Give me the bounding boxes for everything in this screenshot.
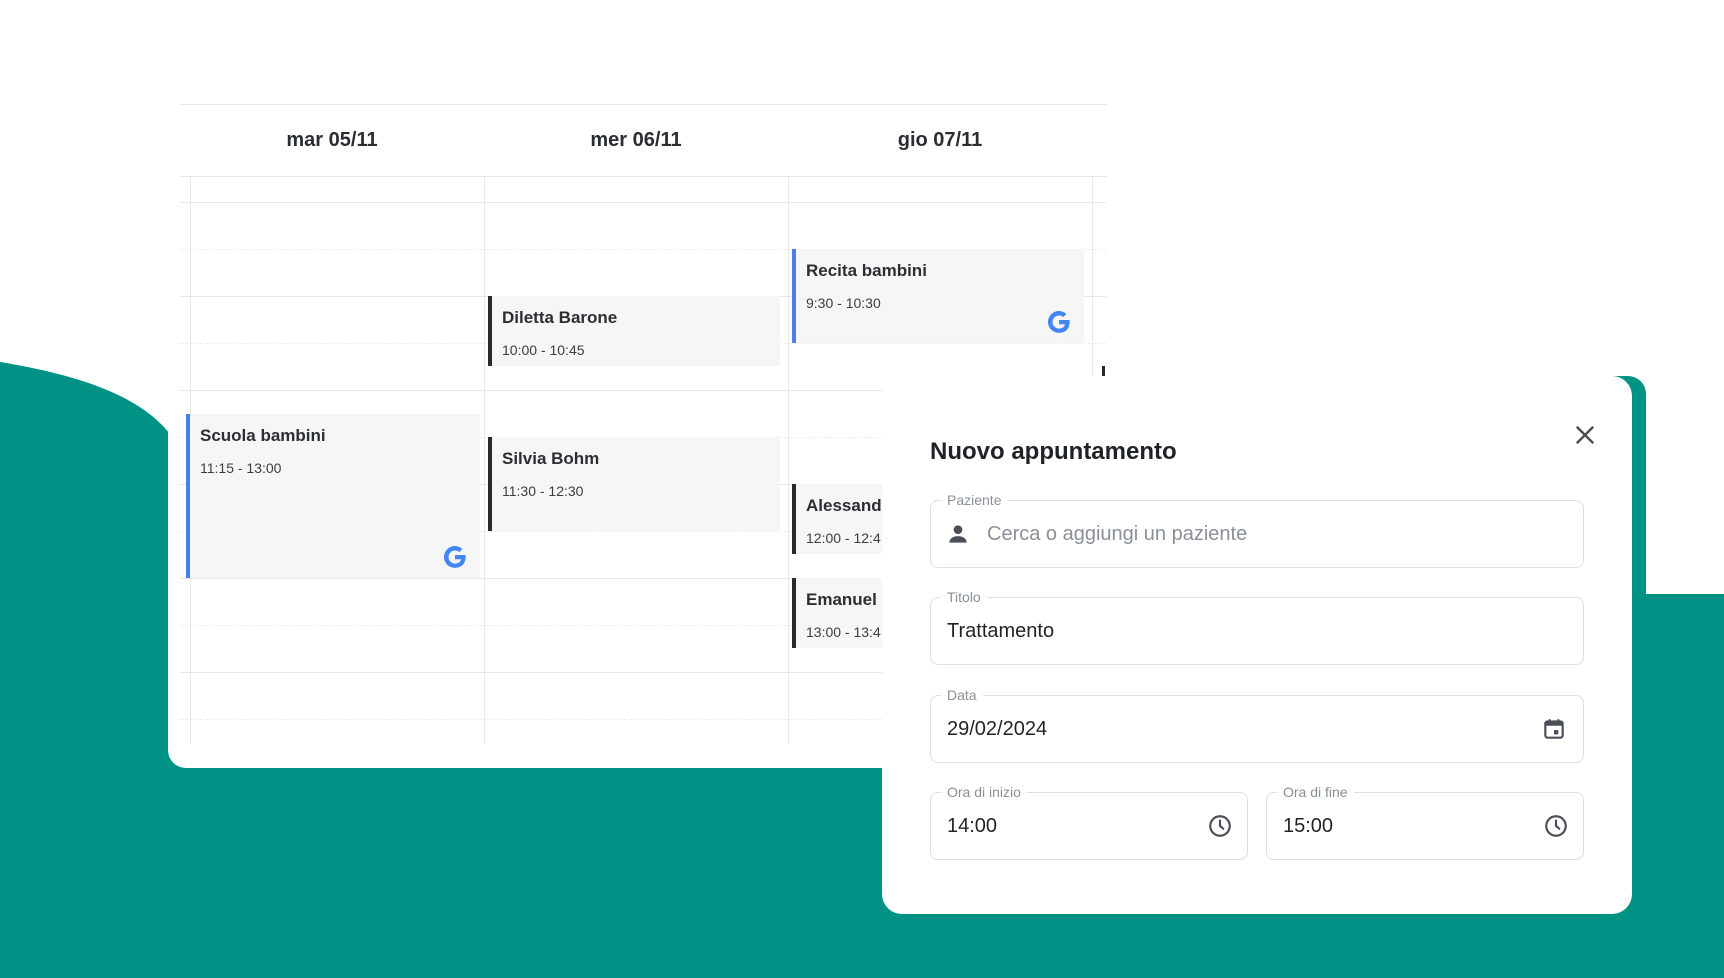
day-column-divider [484, 176, 485, 744]
title-value: Trattamento [947, 619, 1055, 642]
event-title: Scuola bambini [200, 426, 326, 445]
date-field[interactable]: Data 29/02/2024 [930, 686, 1584, 763]
event-title: Diletta Barone [502, 308, 618, 327]
start-time-value: 14:00 [947, 814, 998, 837]
calendar-event[interactable]: Diletta Barone 10:00 - 10:45 [488, 296, 780, 366]
patient-search-field[interactable]: Paziente Cerca o aggiungi un paziente [930, 491, 1584, 568]
event-time: 9:30 - 10:30 [806, 295, 881, 311]
google-icon [1047, 310, 1070, 333]
event-title: Recita bambini [806, 261, 927, 280]
day-header-wed[interactable]: mer 06/11 [484, 104, 788, 176]
event-time: 11:15 - 13:00 [200, 460, 282, 476]
patient-search-placeholder: Cerca o aggiungi un paziente [987, 522, 1248, 545]
calendar-event[interactable]: Recita bambini 9:30 - 10:30 [792, 249, 1084, 343]
title-field[interactable]: Titolo Trattamento [930, 588, 1584, 665]
close-icon[interactable] [1570, 420, 1600, 450]
event-time: 11:30 - 12:30 [502, 483, 584, 499]
new-appointment-dialog: Nuovo appuntamento Paziente Cerca o aggi… [882, 376, 1632, 914]
google-icon [443, 545, 466, 568]
end-time-field[interactable]: Ora di fine 15:00 [1266, 783, 1584, 860]
start-time-field[interactable]: Ora di inizio 14:00 [930, 783, 1248, 860]
date-value: 29/02/2024 [947, 717, 1048, 740]
header-divider [180, 176, 1106, 177]
calendar-event[interactable]: Scuola bambini 11:15 - 13:00 [186, 414, 480, 578]
calendar-event[interactable]: Silvia Bohm 11:30 - 12:30 [488, 437, 780, 531]
clock-icon[interactable] [1207, 813, 1233, 839]
hour-line [180, 202, 1106, 203]
day-column-divider [788, 176, 789, 744]
day-header-tue[interactable]: mar 05/11 [180, 104, 484, 176]
clock-icon[interactable] [1543, 813, 1569, 839]
end-time-value: 15:00 [1283, 814, 1334, 837]
person-icon [949, 525, 967, 543]
calendar-icon[interactable] [1541, 716, 1567, 742]
event-title: Silvia Bohm [502, 449, 600, 468]
dialog-title: Nuovo appuntamento [930, 438, 1177, 465]
event-time: 10:00 - 10:45 [502, 342, 585, 358]
day-header-thu[interactable]: gio 07/11 [788, 104, 1092, 176]
